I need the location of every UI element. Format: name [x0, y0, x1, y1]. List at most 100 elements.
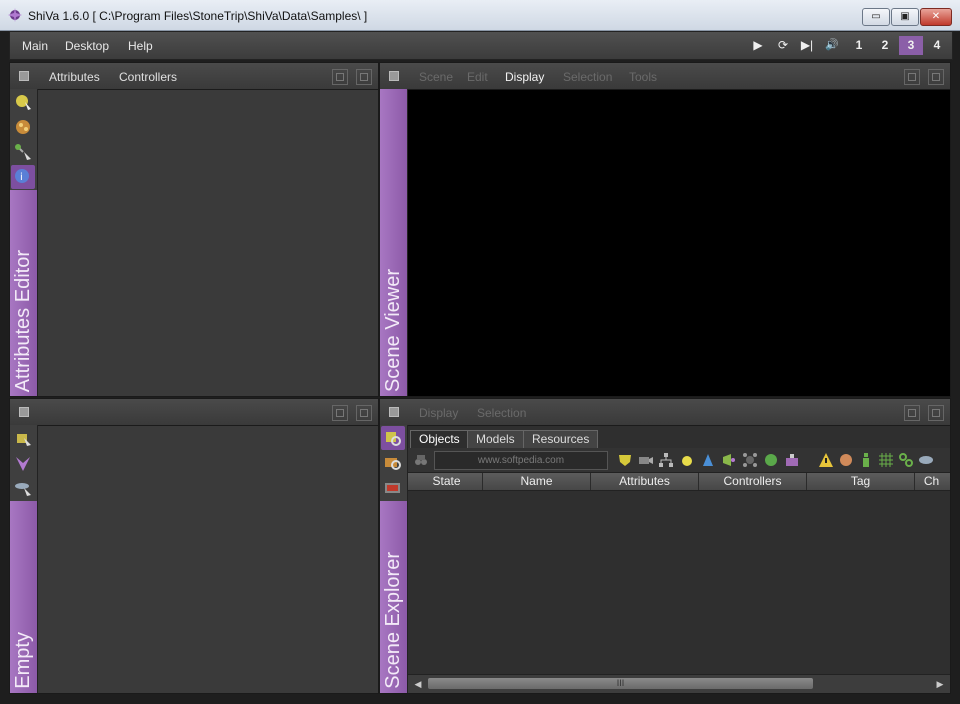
scene-viewer-side-bar: Scene Viewer [380, 89, 408, 396]
empty-panel-label: Empty [12, 632, 34, 689]
sensor-filter-icon[interactable] [700, 452, 716, 468]
explorer-tool-camera-icon[interactable] [381, 476, 405, 500]
scene-explorer-side-bar: Scene Explorer [380, 425, 408, 693]
menu-desktop[interactable]: Desktop [65, 39, 109, 53]
panel-close-icon[interactable] [356, 69, 372, 85]
module-tool-2-icon[interactable] [11, 451, 35, 475]
refresh-icon[interactable]: ⟳ [772, 36, 794, 55]
desktop-2-button[interactable]: 2 [874, 36, 896, 55]
explorer-toolbar: www.softpedia.com [408, 448, 950, 473]
maximize-button[interactable]: ▣ [891, 8, 919, 26]
panel-maximize-icon[interactable] [332, 69, 348, 85]
scene-viewport[interactable] [408, 90, 950, 396]
binoculars-icon[interactable] [413, 452, 429, 468]
minimize-button[interactable]: ▭ [862, 8, 890, 26]
tab-display[interactable]: Display [505, 70, 544, 84]
tab-scene[interactable]: Scene [419, 70, 453, 84]
attributes-content [38, 90, 378, 396]
attributes-panel-header: Attributes Controllers [10, 63, 378, 90]
scroll-left-icon[interactable]: ◀ [412, 678, 424, 690]
subtab-models[interactable]: Models [467, 430, 524, 448]
explorer-tool-column [380, 425, 407, 501]
empty-content [38, 426, 378, 693]
search-input[interactable]: www.softpedia.com [434, 451, 608, 470]
attribute-tool-3-icon[interactable] [11, 140, 35, 164]
panel-maximize-icon[interactable] [332, 405, 348, 421]
attribute-tool-info-icon[interactable]: i [11, 165, 35, 189]
panel-close-icon[interactable] [928, 69, 944, 85]
grid-filter-icon[interactable] [878, 452, 894, 468]
panel-close-icon[interactable] [928, 405, 944, 421]
column-ch[interactable]: Ch [915, 473, 948, 490]
hud-filter-icon[interactable] [918, 452, 934, 468]
explorer-column-header: State Name Attributes Controllers Tag Ch [408, 473, 950, 491]
module-tool-3-icon[interactable] [11, 476, 35, 500]
tab-display[interactable]: Display [419, 406, 458, 420]
character-filter-icon[interactable] [858, 452, 874, 468]
attributes-editor-panel: Attributes Controllers i Attributes Edit… [9, 62, 379, 397]
subtab-objects[interactable]: Objects [410, 430, 469, 448]
column-controllers[interactable]: Controllers [699, 473, 807, 490]
close-button[interactable]: ✕ [920, 8, 952, 26]
shiva-app-icon [8, 8, 22, 22]
desktop-3-button[interactable]: 3 [899, 36, 923, 55]
sound-icon[interactable]: 🔊 [820, 36, 844, 55]
tab-edit[interactable]: Edit [467, 70, 488, 84]
scroll-thumb[interactable]: III [428, 678, 813, 689]
step-forward-icon[interactable]: ▶| [796, 36, 818, 55]
scene-viewer-header: Scene Edit Display Selection Tools [380, 63, 950, 90]
menu-main[interactable]: Main [22, 39, 48, 53]
column-name[interactable]: Name [483, 473, 591, 490]
sound-filter-icon[interactable] [721, 452, 737, 468]
column-tag[interactable]: Tag [807, 473, 915, 490]
panel-menu-icon[interactable] [386, 68, 402, 84]
play-icon[interactable]: ▶ [748, 36, 768, 55]
scene-explorer-panel: Display Selection Scene Explorer Objects… [379, 398, 951, 694]
tab-tools[interactable]: Tools [629, 70, 657, 84]
subtab-resources[interactable]: Resources [523, 430, 599, 448]
shield-filter-icon[interactable] [617, 452, 633, 468]
tab-selection[interactable]: Selection [477, 406, 526, 420]
tab-selection[interactable]: Selection [563, 70, 612, 84]
empty-panel-header [10, 399, 378, 426]
scene-viewer-label: Scene Viewer [382, 268, 404, 392]
panel-menu-icon[interactable] [16, 68, 32, 84]
empty-tool-column [10, 425, 37, 501]
column-state[interactable]: State [411, 473, 483, 490]
empty-panel: Empty [9, 398, 379, 694]
app-window: ShiVa 1.6.0 [ C:\Program Files\StoneTrip… [0, 0, 960, 704]
window-title: ShiVa 1.6.0 [ C:\Program Files\StoneTrip… [28, 9, 368, 23]
panel-close-icon[interactable] [356, 405, 372, 421]
horizontal-scrollbar[interactable]: ◀ III ▶ [408, 674, 950, 693]
module-tool-1-icon[interactable] [11, 426, 35, 450]
panel-menu-icon[interactable] [386, 404, 402, 420]
panel-maximize-icon[interactable] [904, 69, 920, 85]
explorer-object-list[interactable] [408, 491, 950, 675]
explorer-tool-objects-icon[interactable] [381, 426, 405, 450]
model-filter-icon[interactable] [763, 452, 779, 468]
attribute-tool-2-icon[interactable] [11, 115, 35, 139]
scroll-right-icon[interactable]: ▶ [934, 678, 946, 690]
minimize-icon: ▭ [871, 11, 881, 22]
panel-maximize-icon[interactable] [904, 405, 920, 421]
empty-side-bar: Empty [10, 425, 38, 693]
attribute-tool-1-icon[interactable] [11, 90, 35, 114]
link-filter-icon[interactable] [898, 452, 914, 468]
explorer-tool-search-icon[interactable] [381, 451, 405, 475]
panel-menu-icon[interactable] [16, 404, 32, 420]
projector-filter-icon[interactable] [784, 452, 800, 468]
hierarchy-filter-icon[interactable] [658, 452, 674, 468]
light-filter-icon[interactable] [679, 452, 695, 468]
menu-bar: Main Desktop Help ▶ ⟳ ▶| 🔊 1 2 3 4 [9, 31, 953, 60]
tab-attributes[interactable]: Attributes [49, 70, 100, 84]
particle-filter-icon[interactable] [742, 452, 758, 468]
tab-controllers[interactable]: Controllers [119, 70, 177, 84]
desktop-4-button[interactable]: 4 [926, 36, 948, 55]
column-attributes[interactable]: Attributes [591, 473, 699, 490]
material-filter-icon[interactable] [838, 452, 854, 468]
camera-filter-icon[interactable] [638, 452, 654, 468]
warning-filter-icon[interactable] [818, 452, 834, 468]
desktop-1-button[interactable]: 1 [848, 36, 870, 55]
close-icon: ✕ [931, 11, 941, 22]
menu-help[interactable]: Help [128, 39, 153, 53]
